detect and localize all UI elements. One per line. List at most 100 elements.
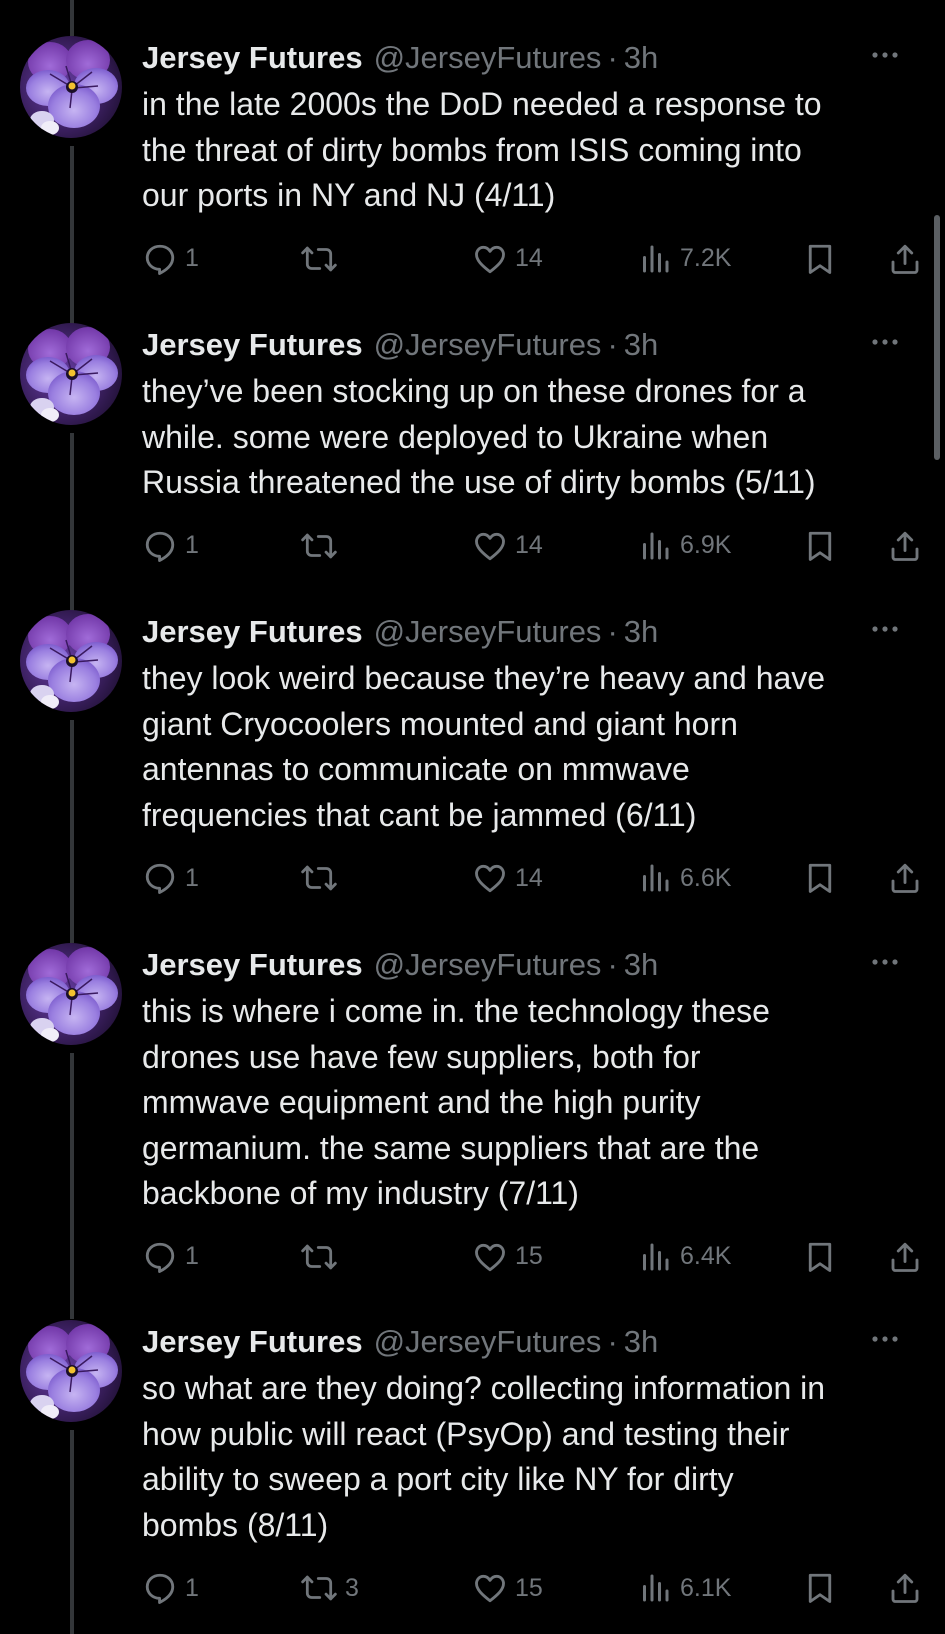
view-count: 7.2K bbox=[680, 244, 732, 272]
bookmark-button[interactable] bbox=[802, 856, 838, 900]
bookmark-button[interactable] bbox=[802, 1235, 838, 1279]
more-options-button[interactable] bbox=[868, 40, 902, 70]
author-name[interactable]: Jersey Futures bbox=[142, 36, 363, 80]
reply-button[interactable]: 1 bbox=[142, 1566, 199, 1610]
share-button[interactable] bbox=[887, 524, 923, 568]
separator: · bbox=[607, 327, 618, 362]
share-button[interactable] bbox=[887, 237, 923, 281]
like-button[interactable]: 14 bbox=[472, 524, 543, 568]
share-button[interactable] bbox=[887, 856, 923, 900]
share-button[interactable] bbox=[887, 1566, 923, 1610]
reply-button[interactable]: 1 bbox=[142, 237, 199, 281]
bookmark-button[interactable] bbox=[802, 524, 838, 568]
views-button[interactable]: 6.1K bbox=[637, 1566, 731, 1610]
bookmark-button[interactable] bbox=[802, 237, 838, 281]
share-icon bbox=[891, 244, 919, 274]
like-count: 15 bbox=[515, 1242, 543, 1270]
heart-icon bbox=[475, 245, 505, 273]
avatar[interactable] bbox=[20, 610, 122, 712]
reply-icon bbox=[145, 244, 175, 275]
views-button[interactable]: 6.6K bbox=[637, 856, 731, 900]
author-handle[interactable]: @JerseyFutures bbox=[374, 323, 602, 367]
tweet-content: Jersey Futures @JerseyFutures · 3h so wh… bbox=[142, 1320, 919, 1610]
views-button[interactable]: 7.2K bbox=[637, 237, 731, 281]
more-icon bbox=[872, 1336, 898, 1342]
timestamp[interactable]: 3h bbox=[624, 36, 658, 80]
heart-icon bbox=[475, 864, 505, 893]
author-name[interactable]: Jersey Futures bbox=[142, 610, 363, 654]
thread-line bbox=[70, 1430, 74, 1634]
retweet-button[interactable]: 3 bbox=[300, 1566, 359, 1610]
author-name[interactable]: Jersey Futures bbox=[142, 323, 363, 367]
retweet-button[interactable] bbox=[300, 856, 345, 900]
timestamp[interactable]: 3h bbox=[624, 1320, 658, 1364]
tweet-text: they’ve been stocking up on these drones… bbox=[142, 373, 816, 500]
reply-count: 1 bbox=[185, 863, 199, 892]
more-options-button[interactable] bbox=[868, 1324, 902, 1354]
tweet-text: so what are they doing? collecting infor… bbox=[142, 1370, 826, 1543]
author-name[interactable]: Jersey Futures bbox=[142, 1320, 363, 1364]
retweet-icon bbox=[301, 865, 337, 891]
like-button[interactable]: 14 bbox=[472, 237, 543, 281]
like-count: 15 bbox=[515, 1573, 543, 1602]
more-options-button[interactable] bbox=[868, 614, 902, 644]
views-icon bbox=[643, 1574, 669, 1602]
tweet-header: Jersey Futures @JerseyFutures · 3h bbox=[142, 943, 902, 987]
bookmark-icon bbox=[808, 531, 832, 561]
more-options-button[interactable] bbox=[868, 327, 902, 357]
share-button[interactable] bbox=[887, 1235, 923, 1279]
reply-count: 1 bbox=[185, 1573, 199, 1602]
share-icon bbox=[891, 531, 919, 561]
tweet-header: Jersey Futures @JerseyFutures · 3h bbox=[142, 1320, 902, 1364]
timestamp[interactable]: 3h bbox=[624, 943, 658, 987]
like-button[interactable]: 15 bbox=[472, 1566, 543, 1610]
heart-icon bbox=[475, 1574, 505, 1603]
avatar[interactable] bbox=[20, 943, 122, 1045]
reply-button[interactable]: 1 bbox=[142, 524, 199, 568]
reply-icon bbox=[145, 1242, 175, 1273]
more-icon bbox=[872, 626, 898, 632]
author-handle[interactable]: @JerseyFutures bbox=[374, 610, 602, 654]
tweet-content: Jersey Futures @JerseyFutures · 3h this … bbox=[142, 943, 919, 1279]
view-count: 6.1K bbox=[680, 1573, 732, 1602]
like-count: 14 bbox=[515, 244, 543, 272]
timestamp[interactable]: 3h bbox=[624, 323, 658, 367]
scrollbar[interactable] bbox=[934, 215, 940, 460]
reply-button[interactable]: 1 bbox=[142, 856, 199, 900]
retweet-button[interactable] bbox=[300, 237, 345, 281]
views-icon bbox=[643, 532, 669, 559]
retweet-icon bbox=[301, 1244, 337, 1269]
author-handle[interactable]: @JerseyFutures bbox=[374, 36, 602, 80]
views-button[interactable]: 6.9K bbox=[637, 524, 731, 568]
action-bar: 1 3 15 6.1K bbox=[142, 1566, 919, 1610]
avatar[interactable] bbox=[20, 36, 122, 138]
pansy-flower-icon bbox=[20, 1320, 122, 1422]
reply-icon bbox=[145, 531, 175, 562]
action-bar: 1 15 6.4K bbox=[142, 1235, 919, 1279]
like-button[interactable]: 14 bbox=[472, 856, 543, 900]
avatar[interactable] bbox=[20, 323, 122, 425]
separator: · bbox=[607, 1324, 618, 1359]
thread-line bbox=[70, 433, 74, 633]
tweet-text: in the late 2000s the DoD needed a respo… bbox=[142, 86, 822, 213]
thread-line bbox=[70, 1053, 74, 1319]
view-count: 6.4K bbox=[680, 1242, 732, 1270]
bookmark-button[interactable] bbox=[802, 1566, 838, 1610]
tweet-content: Jersey Futures @JerseyFutures · 3h they … bbox=[142, 610, 919, 900]
tweet-header: Jersey Futures @JerseyFutures · 3h bbox=[142, 610, 902, 654]
avatar[interactable] bbox=[20, 1320, 122, 1422]
retweet-icon bbox=[301, 246, 337, 271]
like-button[interactable]: 15 bbox=[472, 1235, 543, 1279]
retweet-button[interactable] bbox=[300, 1235, 345, 1279]
author-name[interactable]: Jersey Futures bbox=[142, 943, 363, 987]
tweet-text: this is where i come in. the technology … bbox=[142, 993, 770, 1211]
author-handle[interactable]: @JerseyFutures bbox=[374, 1320, 602, 1364]
more-options-button[interactable] bbox=[868, 947, 902, 977]
author-handle[interactable]: @JerseyFutures bbox=[374, 943, 602, 987]
views-button[interactable]: 6.4K bbox=[637, 1235, 731, 1279]
retweet-count: 3 bbox=[345, 1573, 359, 1602]
retweet-button[interactable] bbox=[300, 524, 345, 568]
thread-line bbox=[70, 0, 74, 36]
reply-button[interactable]: 1 bbox=[142, 1235, 199, 1279]
timestamp[interactable]: 3h bbox=[624, 610, 658, 654]
